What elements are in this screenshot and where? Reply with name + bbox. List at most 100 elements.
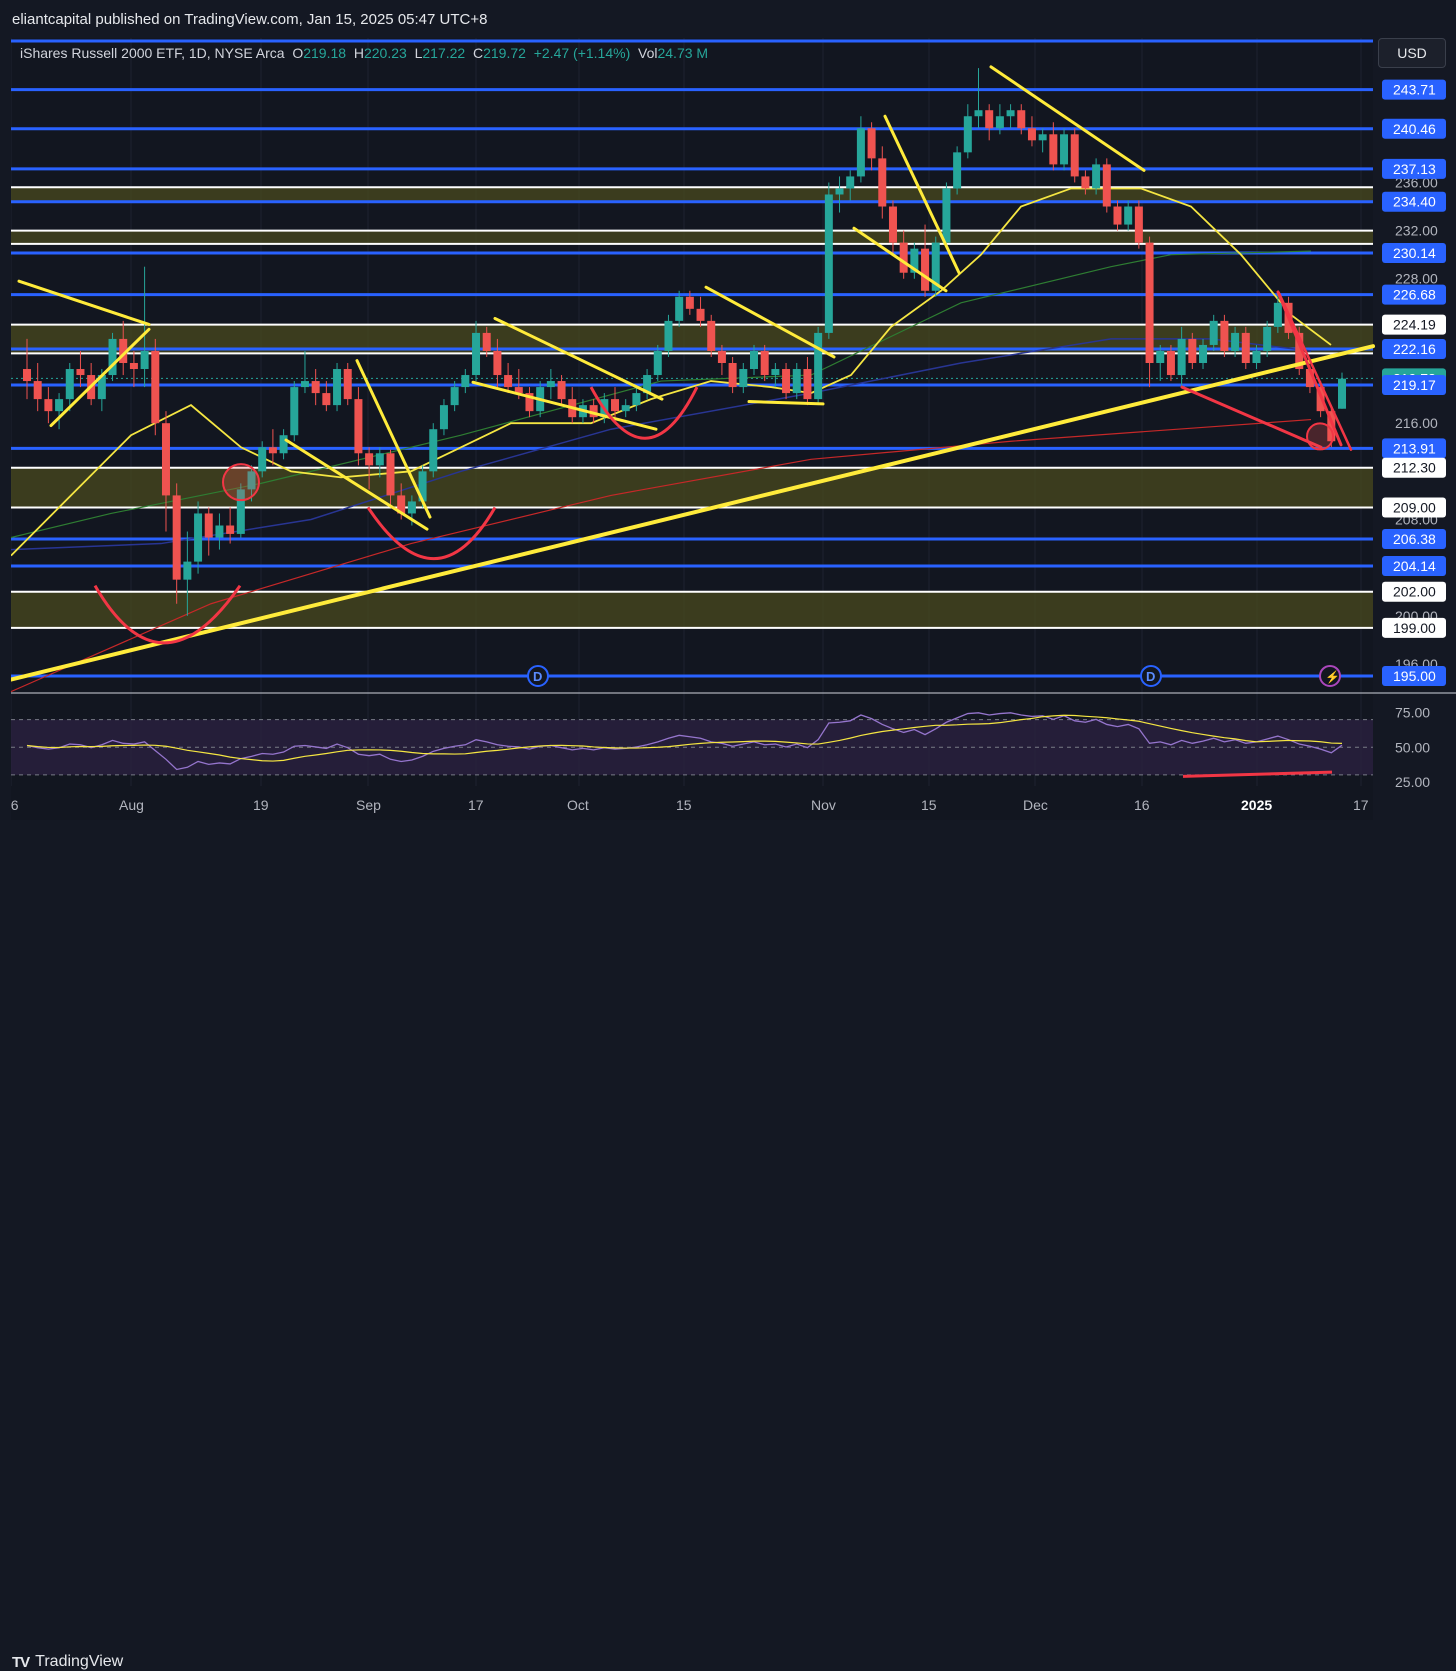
close-value: 219.72: [483, 45, 526, 61]
candle-body: [856, 128, 865, 177]
time-axis-tick: 19: [253, 797, 269, 813]
candle-body: [878, 158, 887, 207]
high-value: 220.23: [363, 45, 407, 61]
candle-body: [846, 176, 855, 189]
candle-body: [1060, 134, 1069, 165]
candle-body: [1038, 134, 1047, 141]
event-flash-glyph: ⚡: [1325, 670, 1340, 684]
highlight-circle: [1306, 422, 1334, 451]
candle-body: [675, 296, 684, 321]
candle-body: [172, 495, 181, 580]
candle-body: [140, 350, 149, 370]
candle-body: [226, 525, 235, 534]
candle-body: [504, 375, 513, 388]
time-axis-tick: 16: [1134, 797, 1150, 813]
candle-body: [985, 110, 994, 129]
candle-body: [1134, 206, 1143, 243]
candle-body: [258, 447, 267, 472]
candle-body: [204, 513, 213, 538]
open-value: 219.18: [303, 45, 347, 61]
symbol-name: iShares Russell 2000 ETF, 1D, NYSE Arca: [20, 45, 285, 61]
candle-body: [151, 350, 160, 424]
candle-body: [343, 369, 352, 400]
time-axis-tick: Sep: [356, 797, 381, 813]
low-value: 217.22: [422, 45, 466, 61]
candle-body: [450, 387, 459, 406]
candle-body: [888, 206, 897, 243]
candle-body: [974, 110, 983, 117]
top-bar: eliantcapital published on TradingView.c…: [0, 0, 1456, 38]
price-level-label: 212.30: [1393, 460, 1436, 476]
candle-body: [194, 513, 203, 562]
currency-button[interactable]: USD: [1378, 38, 1446, 68]
candle-body: [792, 369, 801, 394]
candle-body: [23, 369, 31, 382]
time-axis-tick: Aug: [119, 797, 144, 813]
candle-body: [621, 405, 630, 412]
candle-body: [386, 453, 395, 496]
candle-body: [995, 116, 1004, 129]
candle-body: [1027, 128, 1036, 141]
price-level-label: 199.00: [1393, 620, 1436, 636]
time-axis-tick: 2025: [1241, 797, 1272, 813]
ma-200-line: [11, 418, 1312, 693]
candle-body: [300, 381, 309, 388]
candle-body: [1006, 110, 1015, 117]
price-level-label: 234.40: [1393, 194, 1436, 210]
candle-body: [44, 399, 53, 412]
time-axis-tick: Nov: [811, 797, 836, 813]
volume-value: 24.73 M: [657, 45, 709, 61]
dividend-marker-label: D: [1146, 669, 1155, 684]
candle-body: [653, 350, 662, 376]
chart-area[interactable]: DD⚡196.00200.00204.00208.00212.00216.002…: [11, 38, 1456, 820]
price-level-label: 240.46: [1393, 121, 1436, 137]
candle-body: [65, 369, 74, 400]
candle-body: [1017, 110, 1026, 129]
candle-body: [1145, 242, 1154, 363]
candle-body: [439, 405, 448, 430]
candle-body: [354, 399, 363, 454]
time-axis-tick: 16: [11, 797, 19, 813]
time-axis-tick: 17: [468, 797, 484, 813]
candle-body: [611, 399, 620, 412]
time-axis-tick: 15: [921, 797, 937, 813]
change-value: +2.47 (+1.14%): [533, 45, 631, 61]
candle-body: [782, 369, 791, 394]
time-axis-tick: 15: [676, 797, 692, 813]
candle-body: [632, 393, 641, 406]
candle-body: [728, 363, 737, 388]
candle-body: [407, 501, 416, 514]
price-chart-svg[interactable]: DD⚡196.00200.00204.00208.00212.00216.002…: [11, 38, 1456, 820]
price-level-label: 222.16: [1393, 341, 1436, 357]
candle-body: [717, 350, 726, 363]
dividend-marker-label: D: [533, 669, 542, 684]
publisher-line: eliantcapital published on TradingView.c…: [12, 11, 488, 28]
price-level-label: 213.91: [1393, 440, 1436, 456]
candle-body: [1273, 302, 1282, 327]
candle-body: [1092, 164, 1101, 189]
candle-body: [546, 381, 555, 388]
candle-body: [1113, 206, 1122, 225]
candle-body: [824, 194, 833, 333]
candle-body: [1209, 320, 1218, 345]
symbol-legend: iShares Russell 2000 ETF, 1D, NYSE Arca …: [20, 45, 708, 61]
candle-body: [333, 369, 342, 406]
price-level-label: 230.14: [1393, 245, 1436, 261]
candle-body: [963, 116, 972, 153]
candle-body: [1338, 378, 1346, 409]
price-level-label: 202.00: [1393, 584, 1436, 600]
candle-body: [685, 296, 694, 309]
tradingview-mark-icon: TV: [12, 1653, 30, 1671]
candle-body: [1177, 338, 1186, 376]
price-level-label: 224.19: [1393, 317, 1436, 333]
footer: TV TradingView: [0, 820, 1456, 1671]
tradingview-logo: TV TradingView: [12, 1653, 123, 1671]
support-resistance-zone: [11, 591, 1373, 628]
candle-body: [215, 525, 224, 538]
falling-wedge-lower-line: [1180, 385, 1323, 449]
candle-body: [664, 320, 673, 351]
candle-body: [921, 248, 930, 291]
candle-body: [161, 423, 170, 496]
candle-body: [1166, 350, 1175, 376]
candle-body: [707, 320, 716, 351]
